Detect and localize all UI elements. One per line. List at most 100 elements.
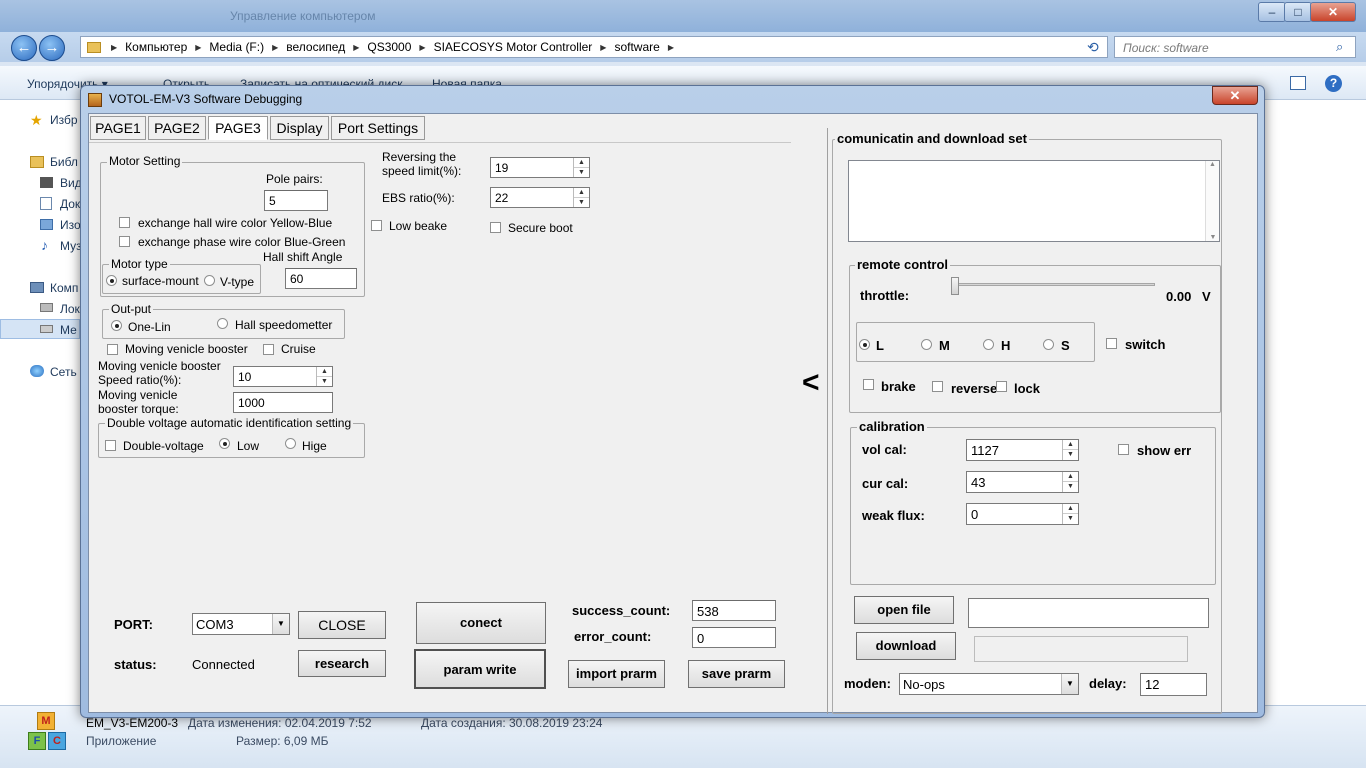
spin-down-icon[interactable]: ▼: [1063, 513, 1078, 522]
pole-pairs-input[interactable]: 5: [264, 190, 328, 211]
preview-pane-icon[interactable]: [1290, 76, 1306, 90]
maximize-button[interactable]: □: [1284, 2, 1312, 22]
show-err-checkbox[interactable]: [1118, 444, 1129, 455]
spin-down-icon[interactable]: ▼: [574, 167, 589, 176]
delay-input[interactable]: 12: [1140, 673, 1207, 696]
breadcrumb-item[interactable]: Media (F:): [205, 40, 268, 54]
nav-computer[interactable]: Комп: [50, 281, 78, 295]
search-input[interactable]: Поиск: software: [1114, 36, 1356, 58]
switch-checkbox[interactable]: [1106, 338, 1117, 349]
scroll-down-icon[interactable]: ▼: [1206, 234, 1220, 241]
spin-down-icon[interactable]: ▼: [574, 197, 589, 206]
breadcrumb-item[interactable]: велосипед: [282, 40, 349, 54]
v-type-radio[interactable]: [204, 275, 215, 286]
vol-cal-spinner[interactable]: 1127 ▲ ▼: [966, 439, 1079, 461]
chevron-down-icon[interactable]: ▼: [1061, 674, 1078, 694]
one-lin-radio[interactable]: [111, 320, 122, 331]
low-radio[interactable]: [219, 438, 230, 449]
nav-media-drive[interactable]: Ме: [60, 323, 77, 337]
tab-page1[interactable]: PAGE1: [90, 116, 146, 140]
hall-speedometer-radio[interactable]: [217, 318, 228, 329]
reversing-speed-spinner[interactable]: 19 ▲ ▼: [490, 157, 590, 178]
hige-radio[interactable]: [285, 438, 296, 449]
breadcrumb-item[interactable]: software: [610, 40, 663, 54]
close-port-button[interactable]: CLOSE: [298, 611, 386, 639]
comm-log-textarea[interactable]: ▲ ▼: [848, 160, 1220, 242]
tab-port-settings[interactable]: Port Settings: [331, 116, 425, 140]
spin-up-icon[interactable]: ▲: [1063, 504, 1078, 513]
cur-cal-spinner[interactable]: 43 ▲ ▼: [966, 471, 1079, 493]
ebs-ratio-spinner[interactable]: 22 ▲ ▼: [490, 187, 590, 208]
refresh-icon[interactable]: ⟲: [1087, 39, 1099, 56]
back-button[interactable]: ←: [11, 35, 37, 61]
log-scrollbar[interactable]: ▲ ▼: [1205, 161, 1219, 241]
explorer-close-button[interactable]: ✕: [1310, 2, 1356, 22]
double-voltage-checkbox[interactable]: [105, 440, 116, 451]
spin-down-icon[interactable]: ▼: [1063, 481, 1078, 490]
throttle-thumb[interactable]: [951, 277, 959, 295]
throttle-slider[interactable]: [951, 277, 1155, 300]
pictures-icon: [40, 219, 53, 230]
low-beake-checkbox[interactable]: [371, 220, 382, 231]
chevron-down-icon[interactable]: ▼: [272, 614, 289, 634]
mode-h-radio[interactable]: [983, 339, 994, 350]
dialog-close-button[interactable]: ✕: [1212, 86, 1258, 105]
exchange-hall-checkbox[interactable]: [119, 217, 130, 228]
spin-down-icon[interactable]: ▼: [1063, 449, 1078, 458]
spin-up-icon[interactable]: ▲: [1063, 440, 1078, 449]
spin-down-icon[interactable]: ▼: [317, 376, 332, 385]
param-write-button[interactable]: param write: [414, 649, 546, 689]
spin-up-icon[interactable]: ▲: [317, 367, 332, 376]
secure-boot-checkbox[interactable]: [490, 222, 501, 233]
breadcrumb-item[interactable]: QS3000: [363, 40, 415, 54]
exchange-phase-checkbox[interactable]: [119, 236, 130, 247]
mode-m-radio[interactable]: [921, 339, 932, 350]
scroll-up-icon[interactable]: ▲: [1206, 161, 1219, 168]
open-file-button[interactable]: open file: [854, 596, 954, 624]
collapse-arrow[interactable]: <: [802, 366, 820, 400]
spin-up-icon[interactable]: ▲: [1063, 472, 1078, 481]
explorer-title: Управление компьютером: [230, 9, 376, 23]
cruise-checkbox[interactable]: [263, 344, 274, 355]
tab-page3[interactable]: PAGE3: [208, 116, 268, 140]
tab-page2[interactable]: PAGE2: [148, 116, 206, 140]
spin-up-icon[interactable]: ▲: [574, 158, 589, 167]
moving-booster-checkbox[interactable]: [107, 344, 118, 355]
connect-button[interactable]: conect: [416, 602, 546, 644]
port-select[interactable]: COM3 ▼: [192, 613, 290, 635]
mode-s-radio[interactable]: [1043, 339, 1054, 350]
reverse-checkbox[interactable]: [932, 381, 943, 392]
address-field[interactable]: ▶ Компьютер ▶ Media (F:) ▶ велосипед ▶ Q…: [80, 36, 1108, 58]
nav-video[interactable]: Вид: [60, 176, 82, 190]
help-icon[interactable]: ?: [1325, 75, 1342, 92]
search-icon[interactable]: ⌕: [1336, 39, 1343, 55]
speed-ratio-spinner[interactable]: 10 ▲ ▼: [233, 366, 333, 387]
tab-display[interactable]: Display: [270, 116, 329, 140]
forward-button[interactable]: →: [39, 35, 65, 61]
download-button[interactable]: download: [856, 632, 956, 660]
nav-favorites[interactable]: Избр: [50, 113, 78, 127]
breadcrumb-item[interactable]: Компьютер: [121, 40, 191, 54]
nav-local-disk[interactable]: Лок: [60, 302, 80, 316]
breadcrumb-item[interactable]: SIAECOSYS Motor Controller: [430, 40, 597, 54]
research-button[interactable]: research: [298, 650, 386, 677]
brake-checkbox[interactable]: [863, 379, 874, 390]
nav-documents[interactable]: Док: [60, 197, 80, 211]
import-param-button[interactable]: import prarm: [568, 660, 665, 688]
nav-pictures[interactable]: Изо: [60, 218, 81, 232]
nav-music[interactable]: Муз: [60, 239, 82, 253]
minimize-button[interactable]: –: [1258, 2, 1286, 22]
mode-l-radio[interactable]: [859, 339, 870, 350]
lock-checkbox[interactable]: [996, 381, 1007, 392]
nav-libraries[interactable]: Библ: [50, 155, 78, 169]
hall-shift-input[interactable]: 60: [285, 268, 357, 289]
spin-up-icon[interactable]: ▲: [574, 188, 589, 197]
file-path-input[interactable]: [968, 598, 1209, 628]
nav-network[interactable]: Сеть: [50, 365, 77, 379]
weak-flux-spinner[interactable]: 0 ▲ ▼: [966, 503, 1079, 525]
surface-mount-radio[interactable]: [106, 275, 117, 286]
moden-select[interactable]: No-ops ▼: [899, 673, 1079, 695]
booster-torque-input[interactable]: 1000: [233, 392, 333, 413]
error-count-value: 0: [692, 627, 776, 648]
save-param-button[interactable]: save prarm: [688, 660, 785, 688]
